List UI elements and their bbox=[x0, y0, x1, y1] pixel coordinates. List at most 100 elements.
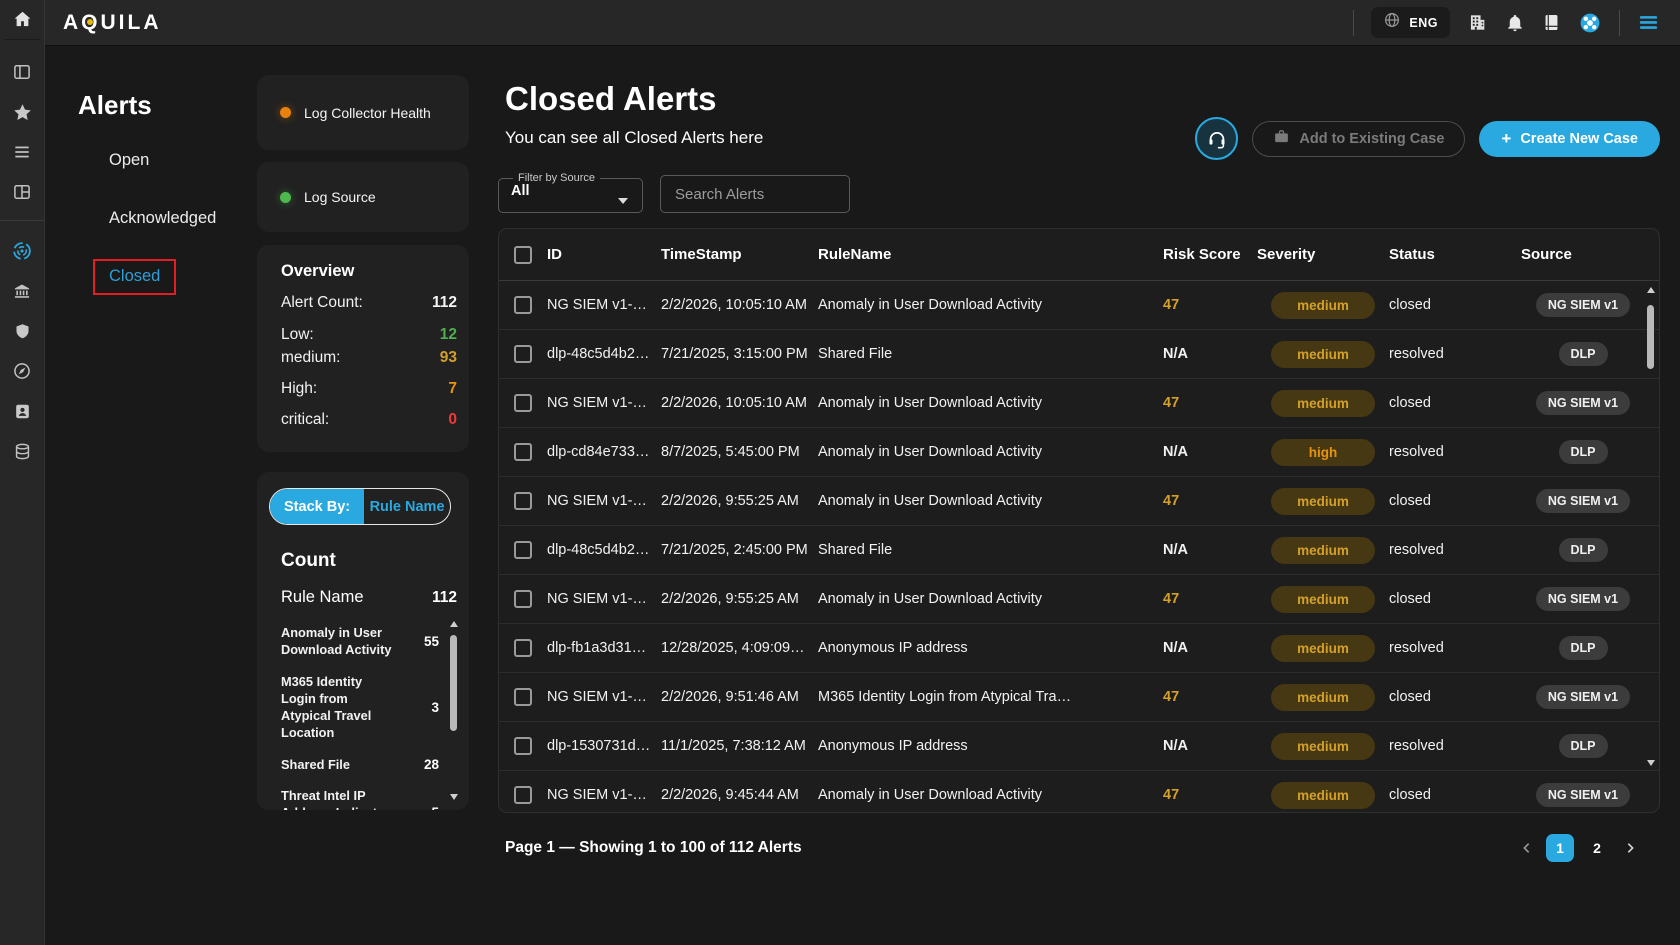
database-icon[interactable] bbox=[4, 431, 40, 471]
row-checkbox[interactable] bbox=[499, 737, 547, 755]
create-new-case-button[interactable]: + Create New Case bbox=[1479, 121, 1660, 157]
row-checkbox[interactable] bbox=[499, 492, 547, 510]
topbar-divider-right bbox=[1619, 10, 1620, 36]
brand-prefix: A bbox=[63, 11, 81, 35]
support-icon[interactable] bbox=[1578, 11, 1602, 35]
scrollbar-thumb[interactable] bbox=[1647, 305, 1654, 369]
overview-label: Low: bbox=[281, 326, 314, 344]
table-row[interactable]: dlp-1530731d68… 11/1/2025, 7:38:12 AM An… bbox=[499, 722, 1659, 771]
status-card[interactable]: Log Collector Health bbox=[257, 75, 469, 150]
row-checkbox[interactable] bbox=[499, 394, 547, 412]
row-checkbox[interactable] bbox=[499, 590, 547, 608]
rule-count-item[interactable]: Shared File 28 bbox=[281, 749, 441, 780]
alerts-nav-item[interactable]: Acknowledged bbox=[93, 201, 232, 237]
rule-count-item[interactable]: M365 Identity Login from Atypical Travel… bbox=[281, 666, 441, 749]
alerts-table: ID TimeStamp RuleName Risk Score Severit… bbox=[498, 228, 1660, 813]
count-list-scrollbar[interactable] bbox=[448, 621, 459, 800]
row-checkbox[interactable] bbox=[499, 786, 547, 804]
table-row[interactable]: dlp-cd84e733-… 8/7/2025, 5:45:00 PM Anom… bbox=[499, 428, 1659, 477]
cell-severity: medium bbox=[1257, 537, 1389, 564]
language-selector[interactable]: ENG bbox=[1371, 7, 1450, 38]
home-icon[interactable] bbox=[4, 0, 40, 40]
scrollbar-thumb[interactable] bbox=[450, 635, 457, 731]
add-to-existing-case-button[interactable]: Add to Existing Case bbox=[1252, 121, 1465, 157]
table-row[interactable]: NG SIEM v1-ae5… 2/2/2026, 10:05:10 AM An… bbox=[499, 281, 1659, 330]
search-alerts-input[interactable] bbox=[660, 175, 850, 213]
rule-count-item[interactable]: Threat Intel IP Address Indicator Match … bbox=[281, 780, 441, 810]
row-checkbox[interactable] bbox=[499, 443, 547, 461]
app-root: AQUILA ENG bbox=[0, 0, 1680, 945]
overview-row: Low: 12 bbox=[281, 326, 459, 344]
radar-icon[interactable] bbox=[4, 231, 40, 271]
row-checkbox[interactable] bbox=[499, 639, 547, 657]
select-all-checkbox[interactable] bbox=[499, 246, 547, 264]
alerts-nav-item[interactable]: Open bbox=[93, 143, 165, 179]
board-icon[interactable] bbox=[4, 172, 40, 212]
table-row[interactable]: dlp-48c5d4b2-… 7/21/2025, 2:45:00 PM Sha… bbox=[499, 526, 1659, 575]
cell-id: dlp-48c5d4b2-… bbox=[547, 542, 661, 558]
organization-icon[interactable] bbox=[1467, 12, 1488, 33]
count-item-label: M365 Identity Login from Atypical Travel… bbox=[281, 673, 399, 742]
severity-badge: medium bbox=[1271, 292, 1375, 319]
page-button-2[interactable]: 2 bbox=[1583, 834, 1611, 862]
brand-logo[interactable]: AQUILA bbox=[63, 11, 162, 35]
rule-name-group-label: Rule Name bbox=[281, 588, 364, 607]
docs-icon[interactable] bbox=[1542, 13, 1561, 32]
topbar-divider-left bbox=[1353, 10, 1354, 36]
cell-severity: medium bbox=[1257, 488, 1389, 515]
panel-left-icon[interactable] bbox=[4, 52, 40, 92]
pagination-pages: 12 bbox=[1546, 834, 1611, 862]
brand-q-eye: Q bbox=[81, 11, 100, 35]
bank-icon[interactable] bbox=[4, 271, 40, 311]
cell-timestamp: 2/2/2026, 10:05:10 AM bbox=[661, 297, 818, 313]
source-filter-dropdown[interactable]: Filter by Source All bbox=[498, 172, 643, 213]
table-row[interactable]: NG SIEM v1-e4d… 2/2/2026, 9:55:25 AM Ano… bbox=[499, 575, 1659, 624]
table-header-row: ID TimeStamp RuleName Risk Score Severit… bbox=[499, 229, 1659, 281]
cell-riskscore: N/A bbox=[1163, 738, 1257, 754]
overview-value: 0 bbox=[448, 411, 459, 429]
row-checkbox[interactable] bbox=[499, 688, 547, 706]
table-row[interactable]: NG SIEM v1-691… 2/2/2026, 9:51:46 AM M36… bbox=[499, 673, 1659, 722]
row-checkbox[interactable] bbox=[499, 541, 547, 559]
support-headset-button[interactable] bbox=[1195, 117, 1238, 160]
scroll-down-icon[interactable] bbox=[1647, 760, 1655, 766]
table-row[interactable]: dlp-48c5d4b2-… 7/21/2025, 3:15:00 PM Sha… bbox=[499, 330, 1659, 379]
severity-badge: medium bbox=[1271, 635, 1375, 662]
cell-timestamp: 11/1/2025, 7:38:12 AM bbox=[661, 738, 818, 754]
prev-page-button[interactable] bbox=[1517, 838, 1537, 858]
menu-icon[interactable] bbox=[1637, 11, 1660, 34]
rail-divider bbox=[0, 220, 45, 221]
page-button-1[interactable]: 1 bbox=[1546, 834, 1574, 862]
notifications-icon[interactable] bbox=[1505, 13, 1525, 33]
table-row[interactable]: NG SIEM v1-091… 2/2/2026, 10:05:10 AM An… bbox=[499, 379, 1659, 428]
cell-id: dlp-cd84e733-… bbox=[547, 444, 661, 460]
cell-source: DLP bbox=[1521, 342, 1645, 366]
severity-badge: medium bbox=[1271, 684, 1375, 711]
cell-status: resolved bbox=[1389, 542, 1521, 558]
compass-icon[interactable] bbox=[4, 351, 40, 391]
table-row[interactable]: NG SIEM v1-982… 2/2/2026, 9:55:25 AM Ano… bbox=[499, 477, 1659, 526]
table-row[interactable]: dlp-fb1a3d3150… 12/28/2025, 4:09:09 PM A… bbox=[499, 624, 1659, 673]
table-scrollbar[interactable] bbox=[1645, 287, 1656, 766]
scroll-down-icon[interactable] bbox=[450, 794, 458, 800]
rule-count-item[interactable]: Anomaly in User Download Activity 55 bbox=[281, 617, 441, 666]
shield-icon[interactable] bbox=[4, 311, 40, 351]
cell-id: NG SIEM v1-e4d… bbox=[547, 591, 661, 607]
alerts-nav-item[interactable]: Closed bbox=[93, 259, 176, 295]
plus-icon: + bbox=[1501, 130, 1511, 147]
list-icon[interactable] bbox=[4, 132, 40, 172]
cell-rulename: Anomaly in User Download Activity bbox=[818, 591, 1163, 607]
brand-suffix: UILA bbox=[101, 11, 162, 35]
column-header-id: ID bbox=[547, 246, 661, 263]
favorites-icon[interactable] bbox=[4, 92, 40, 132]
status-card[interactable]: Log Source bbox=[257, 162, 469, 232]
identity-icon[interactable] bbox=[4, 391, 40, 431]
row-checkbox[interactable] bbox=[499, 345, 547, 363]
overview-row: critical: 0 bbox=[281, 411, 459, 429]
next-page-button[interactable] bbox=[1620, 838, 1640, 858]
source-badge: DLP bbox=[1559, 440, 1608, 464]
cell-rulename: M365 Identity Login from Atypical Tra… bbox=[818, 689, 1163, 705]
row-checkbox[interactable] bbox=[499, 296, 547, 314]
stack-by-toggle[interactable]: Stack By: Rule Name bbox=[269, 488, 451, 525]
table-row[interactable]: NG SIEM v1-60b… 2/2/2026, 9:45:44 AM Ano… bbox=[499, 771, 1659, 813]
